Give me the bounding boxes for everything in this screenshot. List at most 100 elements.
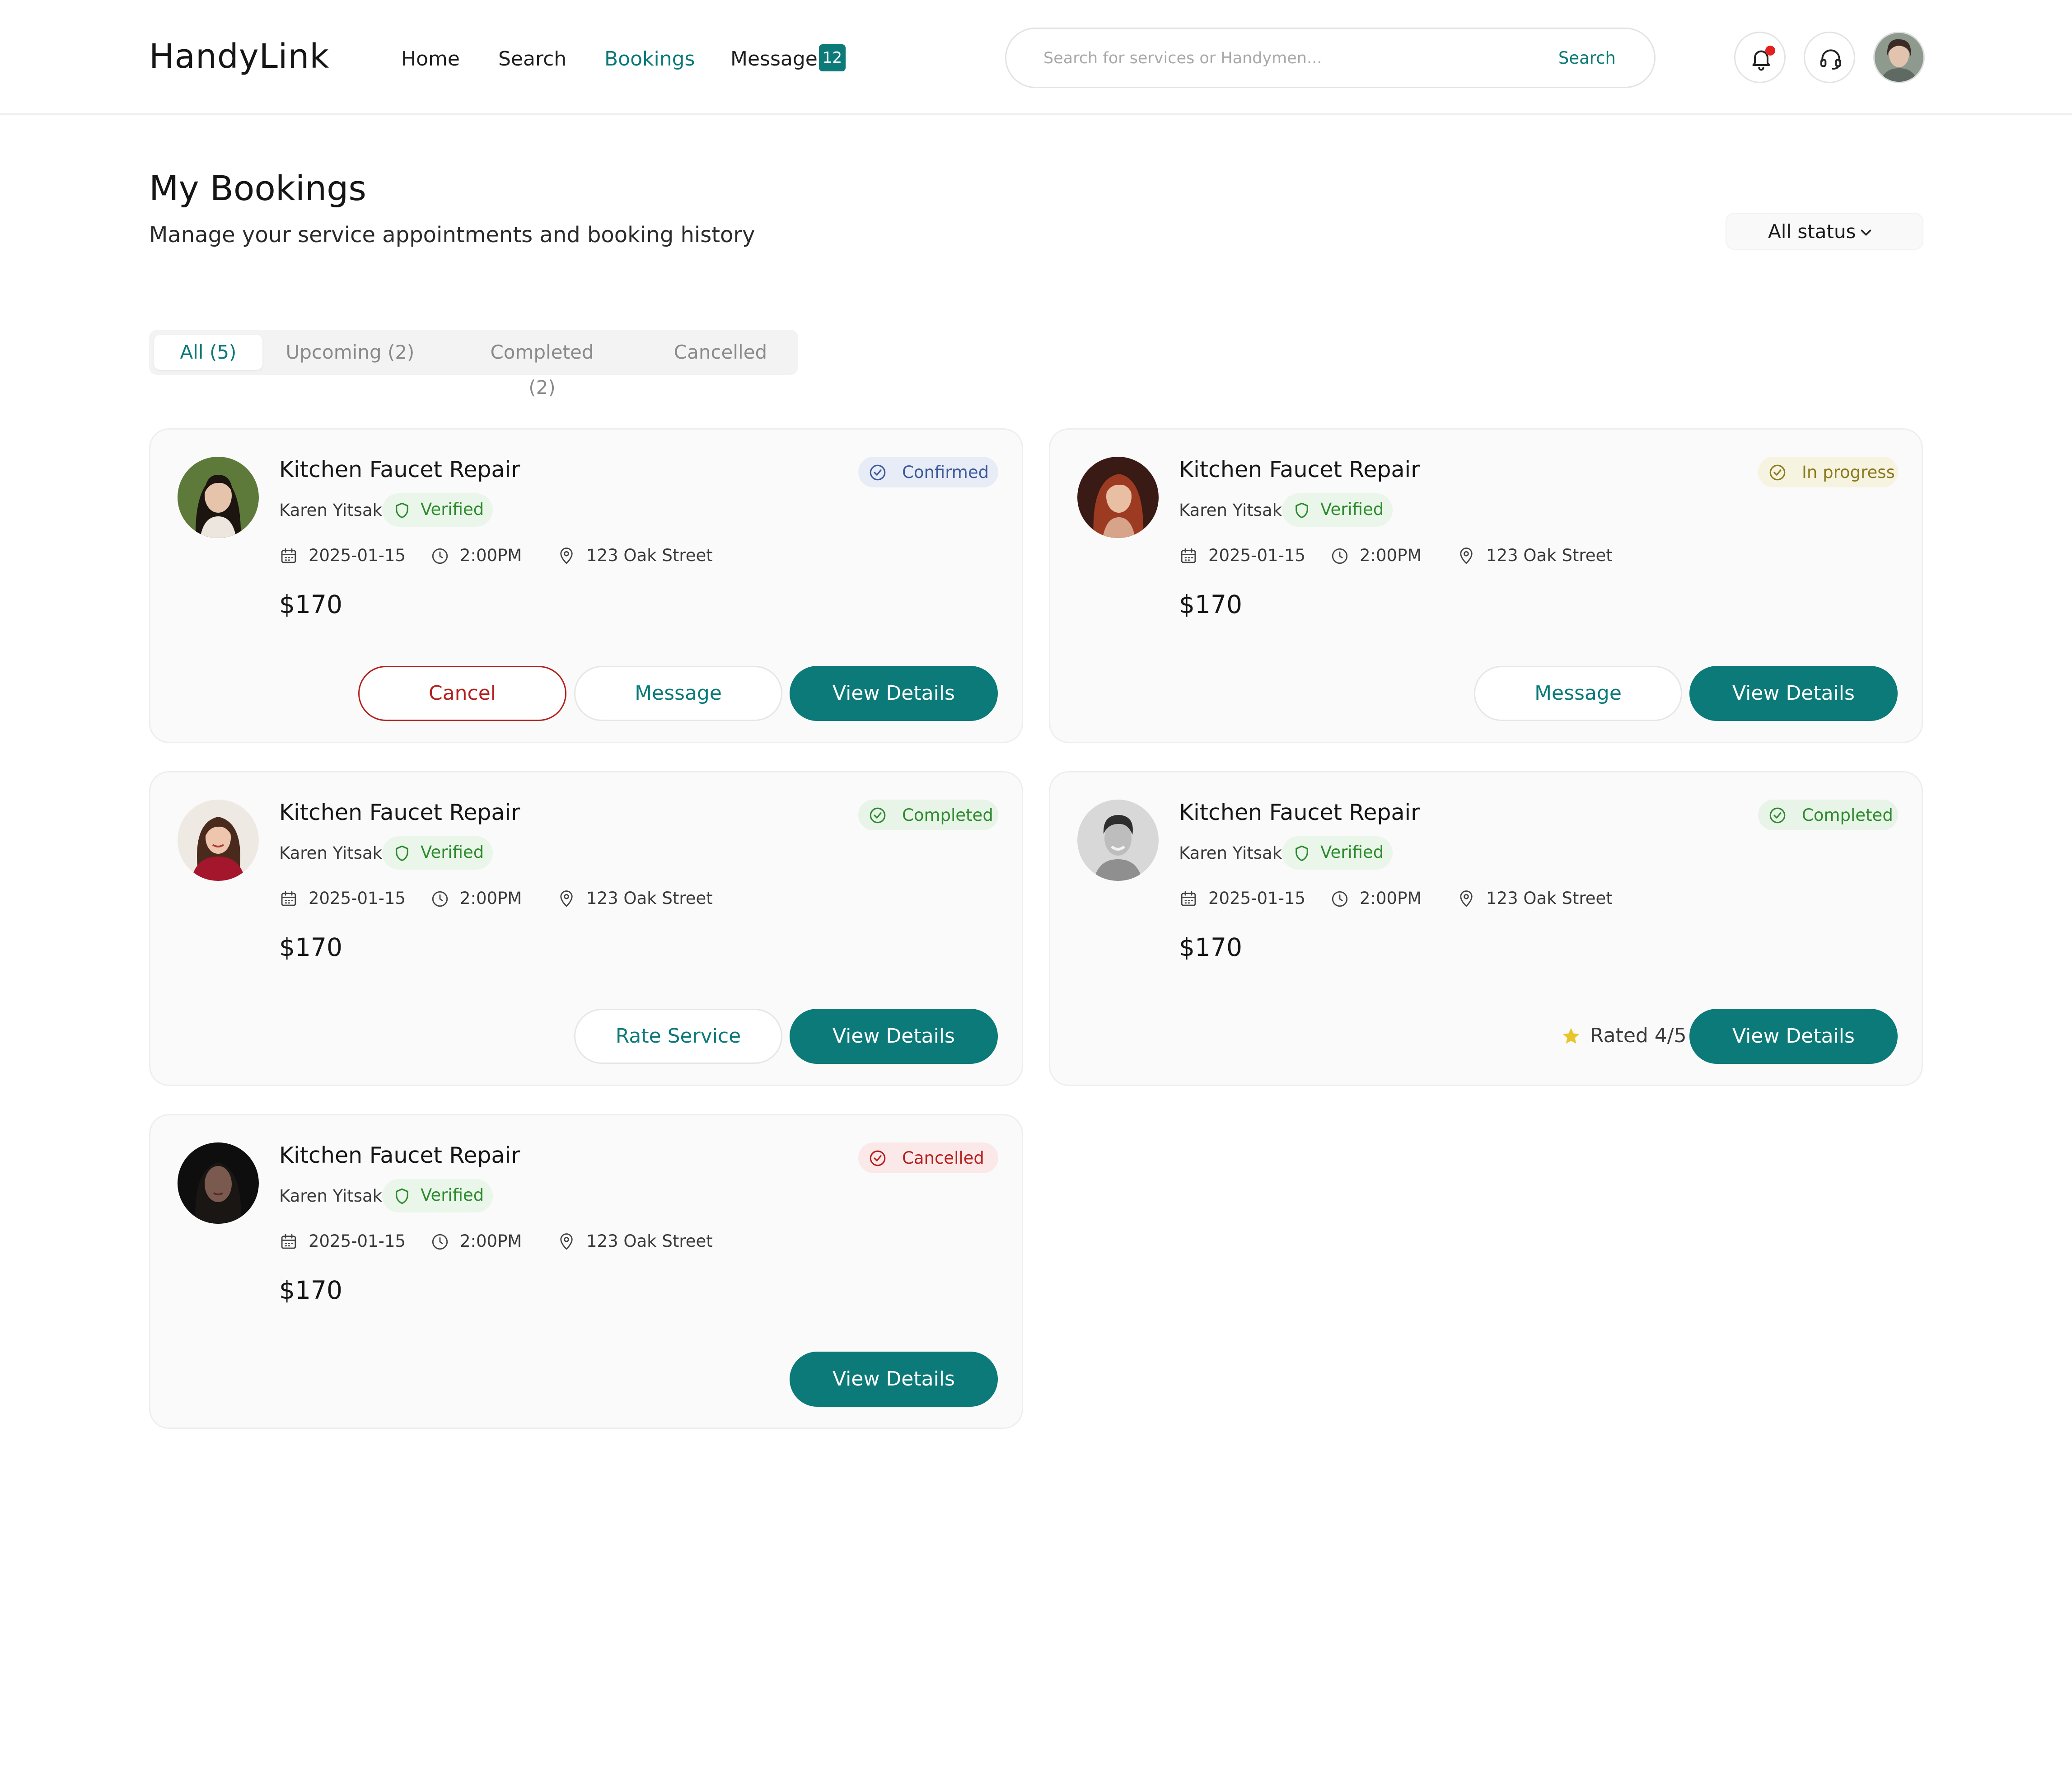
service-title: Kitchen Faucet Repair xyxy=(1179,800,1420,825)
nav-message[interactable]: Message xyxy=(730,47,818,70)
provider-name: Karen Yitsak xyxy=(1179,843,1282,863)
page-subtitle: Manage your service appointments and boo… xyxy=(149,222,755,248)
check-circle-icon xyxy=(870,464,886,481)
view-details-button[interactable]: View Details xyxy=(790,1009,998,1064)
booking-price: $170 xyxy=(1179,590,1242,619)
time-text: 2:00PM xyxy=(460,1231,522,1251)
shield-icon xyxy=(396,502,408,519)
location-pin-icon xyxy=(560,548,573,564)
calendar-icon xyxy=(281,548,296,563)
service-title: Kitchen Faucet Repair xyxy=(279,1142,520,1168)
check-circle-icon xyxy=(1769,464,1786,481)
address-text: 123 Oak Street xyxy=(1486,546,1613,565)
booking-price: $170 xyxy=(1179,933,1242,962)
shield-icon xyxy=(396,845,408,861)
location-pin-icon xyxy=(1460,548,1473,564)
clock-icon xyxy=(1332,891,1348,907)
verified-badge: Verified xyxy=(382,493,493,527)
address-text: 123 Oak Street xyxy=(1486,889,1613,908)
verified-label: Verified xyxy=(421,1185,484,1205)
view-details-button[interactable]: View Details xyxy=(1689,1009,1898,1064)
rating-text: Rated 4/5 xyxy=(1590,1024,1687,1047)
user-avatar[interactable] xyxy=(1873,32,1925,83)
booking-tabs: All (5) Upcoming (2) Completed (2) Cance… xyxy=(149,330,798,398)
tab-upcoming[interactable]: Upcoming (2) xyxy=(285,335,416,370)
provider-avatar xyxy=(1077,800,1159,881)
notifications-button[interactable] xyxy=(1734,32,1786,83)
booking-card: Kitchen Faucet Repair Karen Yitsak Verif… xyxy=(1049,428,1923,743)
notification-dot xyxy=(1765,46,1775,56)
status-badge: Completed xyxy=(1758,800,1898,830)
tab-completed[interactable]: Completed (2) xyxy=(474,335,610,398)
status-badge: Cancelled xyxy=(858,1142,998,1173)
nav-home[interactable]: Home xyxy=(401,47,460,70)
status-label: Completed xyxy=(1802,805,1893,825)
app-logo[interactable]: HandyLink xyxy=(149,37,329,76)
address-text: 123 Oak Street xyxy=(586,1231,713,1251)
verified-badge: Verified xyxy=(1282,493,1393,527)
shield-icon xyxy=(1296,845,1308,861)
nav-search[interactable]: Search xyxy=(498,47,566,70)
check-circle-icon xyxy=(1769,807,1786,824)
top-navbar: HandyLink Home Search Bookings Message 1… xyxy=(0,0,2072,115)
star-icon xyxy=(1562,1028,1580,1044)
service-title: Kitchen Faucet Repair xyxy=(1179,457,1420,482)
verified-label: Verified xyxy=(1320,843,1384,862)
clock-icon xyxy=(432,891,448,907)
calendar-icon xyxy=(1181,891,1196,906)
address-text: 123 Oak Street xyxy=(586,546,713,565)
message-button[interactable]: Message xyxy=(1474,666,1682,721)
view-details-button[interactable]: View Details xyxy=(1689,666,1898,721)
rate-service-button[interactable]: Rate Service xyxy=(574,1009,782,1064)
message-button[interactable]: Message xyxy=(574,666,782,721)
time-text: 2:00PM xyxy=(460,546,522,565)
provider-avatar xyxy=(178,800,259,881)
view-details-button[interactable]: View Details xyxy=(790,1352,998,1407)
view-details-button[interactable]: View Details xyxy=(790,666,998,721)
verified-label: Verified xyxy=(421,500,484,519)
booking-price: $170 xyxy=(279,590,342,619)
status-filter-value: All status xyxy=(1768,220,1856,243)
search-input[interactable] xyxy=(1043,43,1494,73)
calendar-icon xyxy=(1181,548,1196,563)
verified-label: Verified xyxy=(1320,500,1384,519)
provider-name: Karen Yitsak xyxy=(1179,501,1282,520)
location-pin-icon xyxy=(560,1233,573,1250)
status-filter-dropdown[interactable]: All status xyxy=(1726,213,1923,250)
date-text: 2025-01-15 xyxy=(309,1231,406,1251)
time-text: 2:00PM xyxy=(1360,546,1422,565)
provider-name: Karen Yitsak xyxy=(279,1186,383,1206)
booking-price: $170 xyxy=(279,1276,342,1305)
page-title: My Bookings xyxy=(149,168,366,208)
status-label: Cancelled xyxy=(902,1148,984,1168)
status-label: In progress xyxy=(1802,463,1895,482)
support-button[interactable] xyxy=(1804,32,1855,83)
location-pin-icon xyxy=(560,890,573,907)
headset-icon xyxy=(1820,49,1841,70)
tab-all[interactable]: All (5) xyxy=(154,335,262,370)
status-badge: In progress xyxy=(1758,457,1898,487)
status-label: Completed xyxy=(902,805,993,825)
time-text: 2:00PM xyxy=(1360,889,1422,908)
provider-name: Karen Yitsak xyxy=(279,501,383,520)
check-circle-icon xyxy=(870,807,886,824)
booking-card: Kitchen Faucet Repair Karen Yitsak Verif… xyxy=(149,1114,1023,1429)
calendar-icon xyxy=(281,1234,296,1249)
message-count-badge: 12 xyxy=(819,44,846,71)
verified-badge: Verified xyxy=(1282,836,1393,870)
tab-cancelled[interactable]: Cancelled xyxy=(664,335,777,370)
verified-label: Verified xyxy=(421,843,484,862)
search-button[interactable]: Search xyxy=(1558,48,1616,68)
calendar-icon xyxy=(281,891,296,906)
shield-icon xyxy=(1296,502,1308,519)
clock-icon xyxy=(432,548,448,564)
address-text: 123 Oak Street xyxy=(586,889,713,908)
nav-bookings[interactable]: Bookings xyxy=(604,47,695,70)
service-title: Kitchen Faucet Repair xyxy=(279,800,520,825)
shield-icon xyxy=(396,1188,408,1204)
cancel-button[interactable]: Cancel xyxy=(358,666,566,721)
search-bar: Search xyxy=(1005,28,1656,88)
date-text: 2025-01-15 xyxy=(1208,546,1306,565)
avatar-image xyxy=(1875,33,1923,82)
date-text: 2025-01-15 xyxy=(309,889,406,908)
